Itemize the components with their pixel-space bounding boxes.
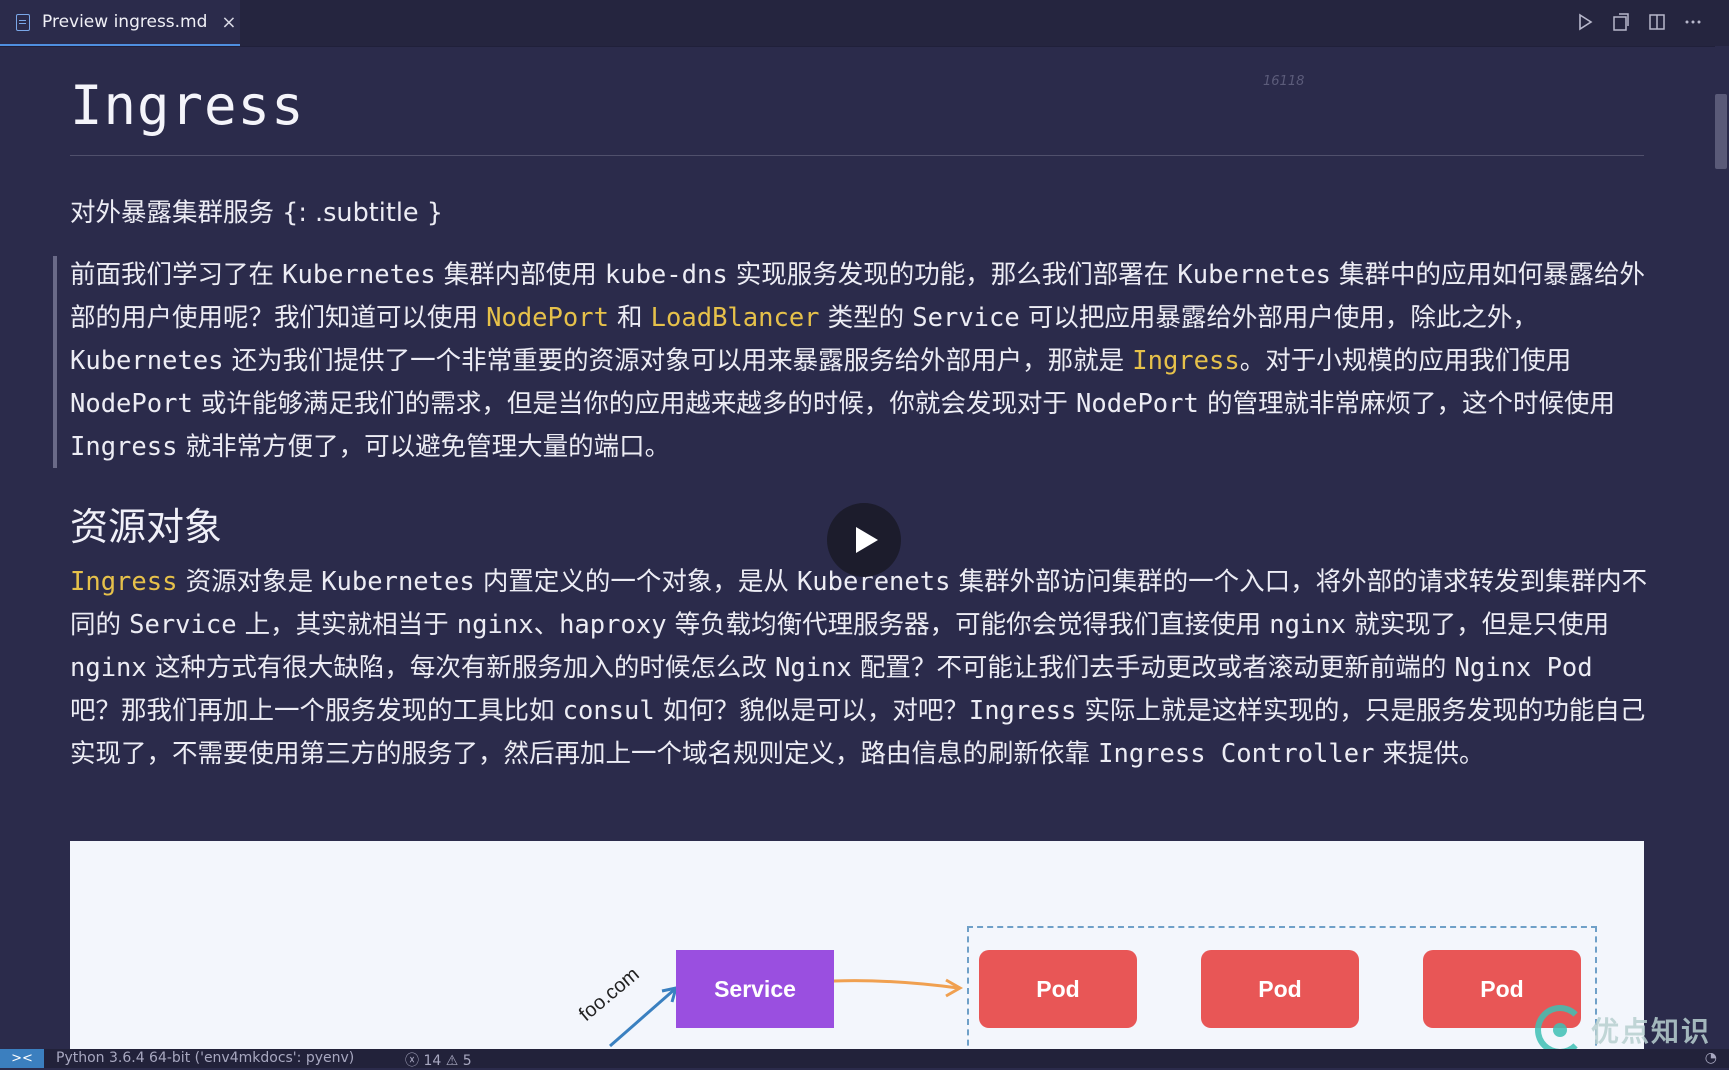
inline-code: Kubernetes <box>321 567 475 597</box>
text-run: 等负载均衡代理服务器，可能你会觉得我们直接使用 <box>666 610 1270 640</box>
file-icon <box>16 13 30 31</box>
vertical-scrollbar[interactable] <box>1715 46 1729 1049</box>
inline-code: haproxy <box>559 610 667 640</box>
tab-label: Preview ingress.md <box>42 12 208 32</box>
text-run: 这种方式有很大缺陷，每次有新服务加入的时候怎么改 <box>146 653 775 683</box>
watermark: 优点知识 <box>1535 1005 1711 1055</box>
error-icon: ⓧ <box>405 1053 419 1069</box>
blockquote-bar <box>53 256 57 468</box>
watermark-text: 优点知识 <box>1591 1015 1712 1048</box>
inline-code: Ingress Controller <box>1098 739 1375 769</box>
section-paragraph: Ingress 资源对象是 Kubernetes 内置定义的一个对象，是从 Ku… <box>70 561 1650 776</box>
text-run: 、 <box>533 610 560 640</box>
text-run: 实现服务发现的功能，那么我们部署在 <box>727 260 1178 290</box>
text-run: 类型的 <box>819 303 913 333</box>
inline-code: nginx <box>1269 610 1347 640</box>
inline-code: Ingress <box>70 432 178 462</box>
remote-icon[interactable]: >< <box>0 1049 44 1068</box>
text-run: 的管理就非常麻烦了，这个时候使用 <box>1198 389 1615 419</box>
pod-box: Pod <box>979 950 1137 1028</box>
service-box: Service <box>676 950 834 1028</box>
inline-code: kube-dns <box>604 260 728 290</box>
inline-code: Kubernetes <box>1177 260 1331 290</box>
title-divider <box>70 155 1644 156</box>
ellipsis-icon[interactable] <box>1681 10 1705 34</box>
inline-code: Kubernetes <box>70 346 224 376</box>
bell-icon[interactable]: ◔ <box>1705 1050 1717 1066</box>
warning-icon: ⚠ <box>445 1053 459 1069</box>
text-run: 前面我们学习了在 <box>70 260 283 290</box>
text-run: 就实现了，但是只使用 <box>1346 610 1610 640</box>
watermark-logo <box>1535 1005 1585 1055</box>
highlighted-code: NodePort <box>486 303 609 333</box>
inline-code: NodePort <box>70 389 193 419</box>
highlighted-code: LoadBlancer <box>650 303 820 333</box>
faint-text: 16118 <box>1263 74 1305 89</box>
text-run: 吧？那我们再加上一个服务发现的工具比如 <box>70 696 563 726</box>
tab-bar: Preview ingress.md × <box>0 0 1729 47</box>
inline-code: Ingress <box>968 696 1077 726</box>
open-changes-icon[interactable] <box>1609 10 1633 34</box>
inline-code: Nginx Pod <box>1454 653 1593 683</box>
warning-count: 5 <box>462 1053 472 1069</box>
pod-box: Pod <box>1201 950 1359 1028</box>
editor-actions <box>1573 10 1705 34</box>
text-run: 配置？不可能让我们去手动更改或者滚动更新前端的 <box>851 653 1455 683</box>
error-count: 14 <box>423 1053 442 1069</box>
highlighted-code: Ingress <box>1132 346 1240 376</box>
text-run: 来提供。 <box>1374 739 1485 769</box>
text-run: 资源对象是 <box>177 567 322 597</box>
play-icon[interactable] <box>1573 10 1597 34</box>
inline-code: Nginx <box>774 653 852 683</box>
python-interpreter[interactable]: Python 3.6.4 64-bit ('env4mkdocs': pyenv… <box>56 1050 354 1066</box>
status-bar: >< Python 3.6.4 64-bit ('env4mkdocs': py… <box>0 1049 1729 1070</box>
inline-code: nginx <box>456 610 534 640</box>
text-run: 内置定义的一个对象，是从 <box>474 567 797 597</box>
split-editor-icon[interactable] <box>1645 10 1669 34</box>
scrollbar-thumb[interactable] <box>1715 94 1727 169</box>
inline-code: consul <box>562 696 655 726</box>
highlighted-code: Ingress <box>70 567 178 597</box>
text-run: 可以把应用暴露给外部用户使用，除此之外， <box>1019 303 1538 333</box>
intro-blockquote: 前面我们学习了在 Kubernetes 集群内部使用 kube-dns 实现服务… <box>70 254 1650 469</box>
text-run: 和 <box>608 303 651 333</box>
subtitle: 对外暴露集群服务 {: .subtitle } <box>70 198 443 228</box>
text-run: 就非常方便了，可以避免管理大量的端口。 <box>177 432 671 462</box>
inline-code: nginx <box>70 653 147 683</box>
play-button-icon[interactable] <box>827 503 901 577</box>
ingress-diagram: Service Pod Pod Pod foo.com <box>70 841 1644 1051</box>
close-icon[interactable]: × <box>221 12 236 33</box>
inline-code: Service <box>912 303 1020 333</box>
problems-indicator[interactable]: ⓧ 14 ⚠ 5 <box>405 1050 472 1070</box>
text-run: 还为我们提供了一个非常重要的资源对象可以用来暴露服务给外部用户，那就是 <box>223 346 1133 376</box>
text-run: 如何？貌似是可以，对吧？ <box>654 696 969 726</box>
text-run: 。对于小规模的应用我们使用 <box>1239 346 1572 376</box>
text-run: 或许能够满足我们的需求，但是当你的应用越来越多的时候，你就会发现对于 <box>192 389 1077 419</box>
tab-preview-ingress[interactable]: Preview ingress.md × <box>0 0 240 46</box>
text-run: 集群内部使用 <box>435 260 605 290</box>
inline-code: NodePort <box>1076 389 1199 419</box>
inline-code: Kubernetes <box>282 260 436 290</box>
text-run: 上，其实就相当于 <box>236 610 457 640</box>
inline-code: Service <box>129 610 237 640</box>
page-title: Ingress <box>70 74 305 137</box>
section-heading: 资源对象 <box>70 505 223 549</box>
